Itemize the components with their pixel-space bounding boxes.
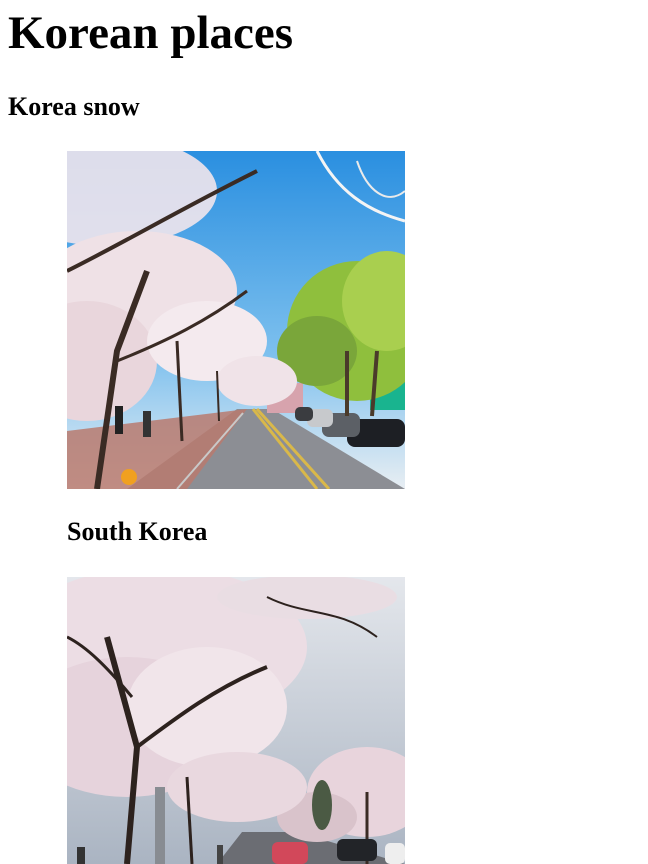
page-title: Korean places (8, 7, 294, 59)
photo-1-illustration (67, 151, 405, 489)
photo-2-illustration (67, 577, 405, 864)
section-heading: Korea snow (8, 92, 140, 121)
cherry-blossom-photo (67, 577, 405, 864)
photo-caption: South Korea (67, 517, 208, 546)
cherry-blossom-street-photo (67, 151, 405, 489)
